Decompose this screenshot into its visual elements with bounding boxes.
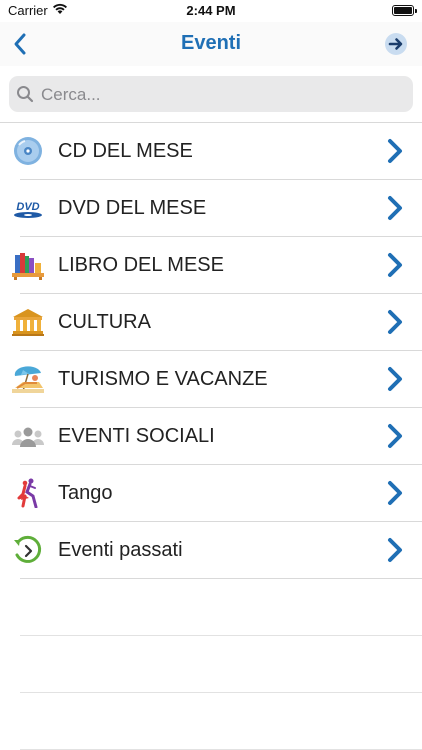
status-bar: Carrier 2:44 PM — [0, 0, 422, 22]
chevron-right-icon — [388, 310, 402, 334]
cd-icon — [14, 137, 42, 165]
beach-icon — [12, 366, 44, 393]
chevron-right-icon — [388, 481, 402, 505]
forward-button[interactable] — [384, 32, 408, 56]
list-item-label: Eventi passati — [58, 539, 183, 561]
list-item-cultura[interactable]: CULTURA — [12, 294, 422, 351]
list-item-eventi-sociali[interactable]: EVENTI SOCIALI — [12, 408, 422, 465]
search-icon — [17, 86, 34, 103]
list-item-label: LIBRO DEL MESE — [58, 254, 224, 276]
navigation-bar: Eventi — [0, 22, 422, 67]
museum-icon — [12, 309, 44, 336]
dvd-icon: DVD — [14, 201, 42, 218]
search-input[interactable] — [39, 76, 403, 114]
events-list: CD DEL MESE DVD DVD DEL MESE LIBRO DEL M… — [0, 122, 422, 750]
search-bar — [0, 66, 422, 122]
list-item-tango[interactable]: Tango — [17, 465, 422, 522]
list-item-label: CD DEL MESE — [58, 140, 193, 162]
empty-row — [20, 579, 422, 636]
svg-text:DVD: DVD — [16, 201, 39, 213]
battery-icon — [392, 5, 417, 16]
people-icon — [12, 427, 44, 447]
chevron-right-icon — [388, 424, 402, 448]
page-title: Eventi — [180, 32, 242, 54]
list-item-turismo-e-vacanze[interactable]: TURISMO E VACANZE — [12, 351, 422, 408]
chevron-right-icon — [388, 196, 402, 220]
empty-row — [20, 693, 422, 750]
history-icon — [14, 535, 42, 563]
screen: Carrier 2:44 PM Eventi Cerca... CD DEL M… — [0, 0, 422, 750]
list-item-cd-del-mese[interactable]: CD DEL MESE — [14, 123, 422, 180]
empty-row — [20, 636, 422, 693]
list-item-eventi-passati[interactable]: Eventi passati — [14, 522, 422, 579]
list-item-label: DVD DEL MESE — [58, 197, 207, 219]
chevron-right-icon — [388, 139, 402, 163]
arrow-right-circle-icon — [385, 33, 407, 55]
chevron-right-icon — [388, 367, 402, 391]
list-item-label: TURISMO E VACANZE — [58, 368, 268, 390]
list-item-label: CULTURA — [58, 311, 151, 333]
chevron-right-icon — [388, 253, 402, 277]
books-icon — [12, 253, 44, 280]
list-item-label: EVENTI SOCIALI — [58, 425, 215, 447]
clock: 2:44 PM — [186, 3, 236, 18]
list-item-label: Tango — [58, 482, 113, 504]
list-item-libro-del-mese[interactable]: LIBRO DEL MESE — [12, 237, 422, 294]
search-box[interactable] — [9, 76, 413, 114]
list-item-dvd-del-mese[interactable]: DVD DVD DEL MESE — [14, 180, 422, 237]
dancers-icon — [17, 478, 38, 508]
chevron-right-icon — [388, 538, 402, 562]
